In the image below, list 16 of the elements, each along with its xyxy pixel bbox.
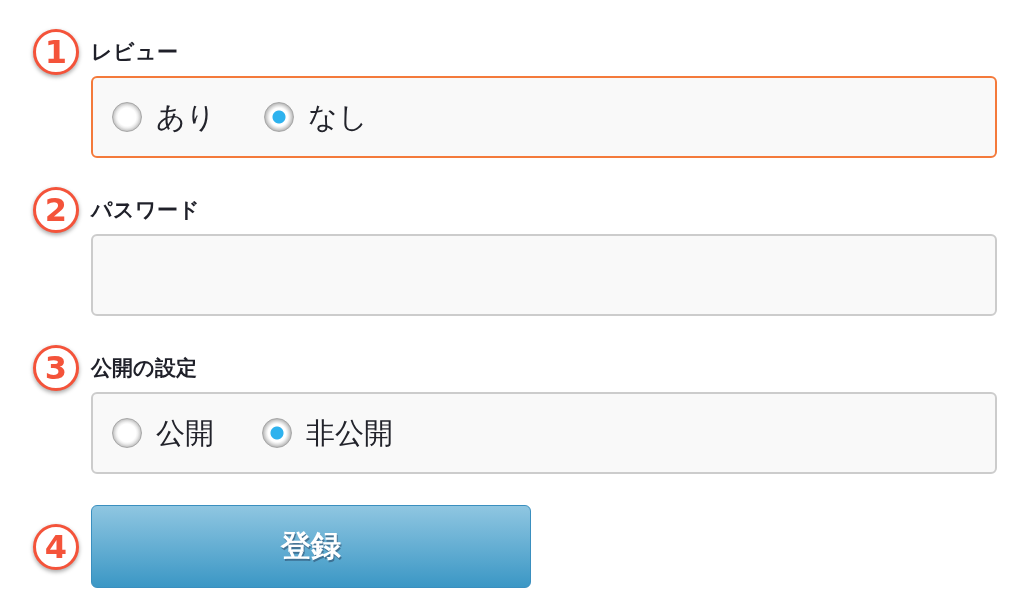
step-marker: 1 [33, 29, 79, 75]
option-label[interactable]: なし [308, 99, 368, 135]
radio-button[interactable] [112, 418, 142, 448]
radio-button[interactable] [264, 102, 294, 132]
step-marker: 3 [33, 345, 79, 391]
step-marker: 2 [33, 187, 79, 233]
radio-button[interactable] [112, 102, 142, 132]
password-field[interactable] [91, 234, 997, 316]
step-marker: 4 [33, 523, 79, 570]
field-label: パスワード [91, 198, 201, 222]
option-label[interactable]: 非公開 [306, 415, 393, 451]
field-label: 公開の設定 [91, 356, 198, 380]
radio-button[interactable] [262, 418, 292, 448]
option-label[interactable]: あり [156, 99, 216, 135]
field-label: レビュー [91, 40, 179, 64]
option-label[interactable]: 公開 [156, 415, 214, 451]
